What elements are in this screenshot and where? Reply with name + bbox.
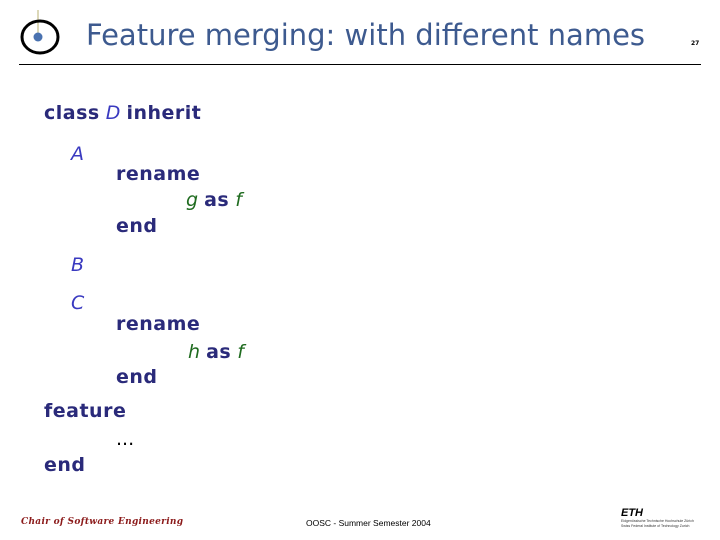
rename-clause-c: h as f — [188, 341, 244, 363]
keyword-inherit: inherit — [126, 102, 202, 124]
keyword-rename-c: rename — [116, 313, 201, 335]
page-number: 27 — [691, 40, 700, 47]
keyword-end-class: end — [44, 454, 86, 476]
code-line-class-header: class D inherit — [44, 102, 201, 124]
rename-clause-a: g as f — [186, 189, 242, 211]
parent-class-b: B — [71, 254, 85, 276]
keyword-feature: feature — [44, 400, 127, 422]
keyword-as: as — [204, 189, 230, 211]
keyword-end-a: end — [116, 215, 158, 237]
parent-class-a: A — [71, 143, 84, 165]
feature-name-h: h — [188, 341, 201, 363]
ellipsis: ... — [116, 428, 135, 450]
keyword-end-c: end — [116, 366, 158, 388]
class-name-d: D — [105, 102, 121, 124]
feature-name-g: g — [186, 189, 199, 211]
parent-class-c: C — [71, 292, 85, 314]
eth-wordmark: ETH — [621, 507, 643, 519]
eth-line-english: Swiss Federal Institute of Technology Zu… — [621, 524, 690, 528]
footer-course: OOSC - Summer Semester 2004 — [306, 518, 431, 528]
keyword-class: class — [44, 102, 100, 124]
logo-icon — [18, 10, 62, 56]
footer-chair-name: Chair of Software Engineering — [21, 517, 184, 527]
title-divider — [19, 64, 701, 65]
keyword-rename-a: rename — [116, 163, 201, 185]
slide-title: Feature merging: with different names — [86, 18, 646, 52]
keyword-as: as — [206, 341, 232, 363]
feature-name-f: f — [235, 189, 242, 211]
feature-name-f: f — [237, 341, 244, 363]
eth-logo: ETH Eidgenössische Technische Hochschule… — [621, 508, 694, 529]
